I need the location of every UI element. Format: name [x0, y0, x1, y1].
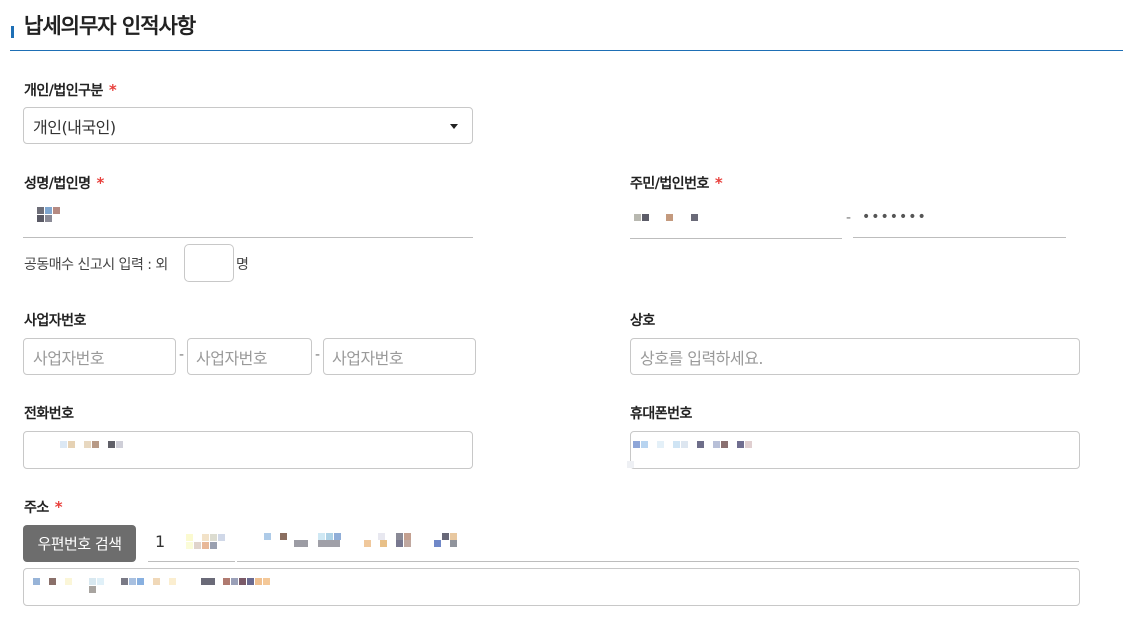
name-field-redacted-value — [37, 207, 61, 223]
person-type-select[interactable]: 개인(내국인) — [23, 107, 473, 144]
required-mark: * — [108, 81, 117, 99]
chevron-down-icon — [450, 123, 458, 129]
address-detail-redacted-value — [33, 578, 283, 594]
name-label: 성명/법인명 * — [24, 173, 104, 193]
business-number-part3-input[interactable]: 사업자번호 — [323, 338, 476, 375]
resident-number-separator: - — [846, 210, 852, 226]
mobile-label: 휴대폰번호 — [630, 406, 692, 422]
business-number-part1-placeholder: 사업자번호 — [33, 348, 105, 368]
zipcode-redacted-value — [186, 534, 231, 550]
resident-number-front-field[interactable] — [630, 238, 842, 239]
phone-input[interactable] — [23, 431, 473, 469]
required-mark: * — [54, 498, 63, 516]
address-label: 주소 * — [24, 497, 63, 517]
joint-purchase-prefix: 공동매수 신고시 입력 : 외 — [24, 257, 168, 273]
name-label-text: 성명/법인명 — [24, 176, 91, 192]
business-number-part2-placeholder: 사업자번호 — [196, 348, 268, 368]
company-name-label: 상호 — [630, 313, 655, 329]
address-label-text: 주소 — [24, 500, 49, 516]
joint-purchase-suffix: 명 — [236, 257, 249, 273]
phone-label: 전화번호 — [24, 406, 74, 422]
person-type-selected-value: 개인(내국인) — [33, 117, 116, 137]
resident-number-label: 주민/법인번호 * — [630, 173, 723, 193]
mobile-redacted-value — [627, 441, 758, 469]
company-name-placeholder: 상호를 입력하세요. — [640, 348, 763, 368]
business-number-part1-input[interactable]: 사업자번호 — [23, 338, 176, 375]
mobile-input[interactable] — [627, 431, 1080, 469]
required-mark: * — [96, 174, 105, 192]
resident-number-front-redacted — [634, 214, 704, 222]
section-accent-bar — [11, 26, 14, 38]
name-field-underline[interactable] — [23, 237, 473, 238]
joint-purchase-count-input[interactable] — [184, 244, 234, 282]
zipcode-field[interactable] — [148, 561, 235, 562]
business-number-separator: - — [315, 347, 321, 363]
address-main-redacted-value — [264, 533, 464, 549]
company-name-input[interactable]: 상호를 입력하세요. — [630, 338, 1080, 375]
business-number-separator: - — [179, 347, 185, 363]
address-detail-input[interactable] — [23, 568, 1080, 606]
phone-redacted-value — [60, 441, 130, 449]
resident-number-back-masked: ••••••• — [862, 209, 927, 225]
zipcode-search-button[interactable]: 우편번호 검색 — [23, 525, 136, 562]
address-main-field[interactable] — [237, 561, 1079, 562]
resident-number-back-field[interactable] — [853, 237, 1066, 238]
business-number-part3-placeholder: 사업자번호 — [332, 348, 404, 368]
person-type-label: 개인/법인구분 * — [24, 80, 117, 100]
business-number-part2-input[interactable]: 사업자번호 — [187, 338, 312, 375]
section-header: 납세의무자 인적사항 — [10, 0, 1123, 51]
zipcode-value: 1 — [155, 532, 165, 551]
section-title: 납세의무자 인적사항 — [24, 14, 196, 38]
business-number-label: 사업자번호 — [24, 313, 86, 329]
resident-number-label-text: 주민/법인번호 — [630, 176, 709, 192]
required-mark: * — [714, 174, 723, 192]
person-type-label-text: 개인/법인구분 — [24, 83, 103, 99]
